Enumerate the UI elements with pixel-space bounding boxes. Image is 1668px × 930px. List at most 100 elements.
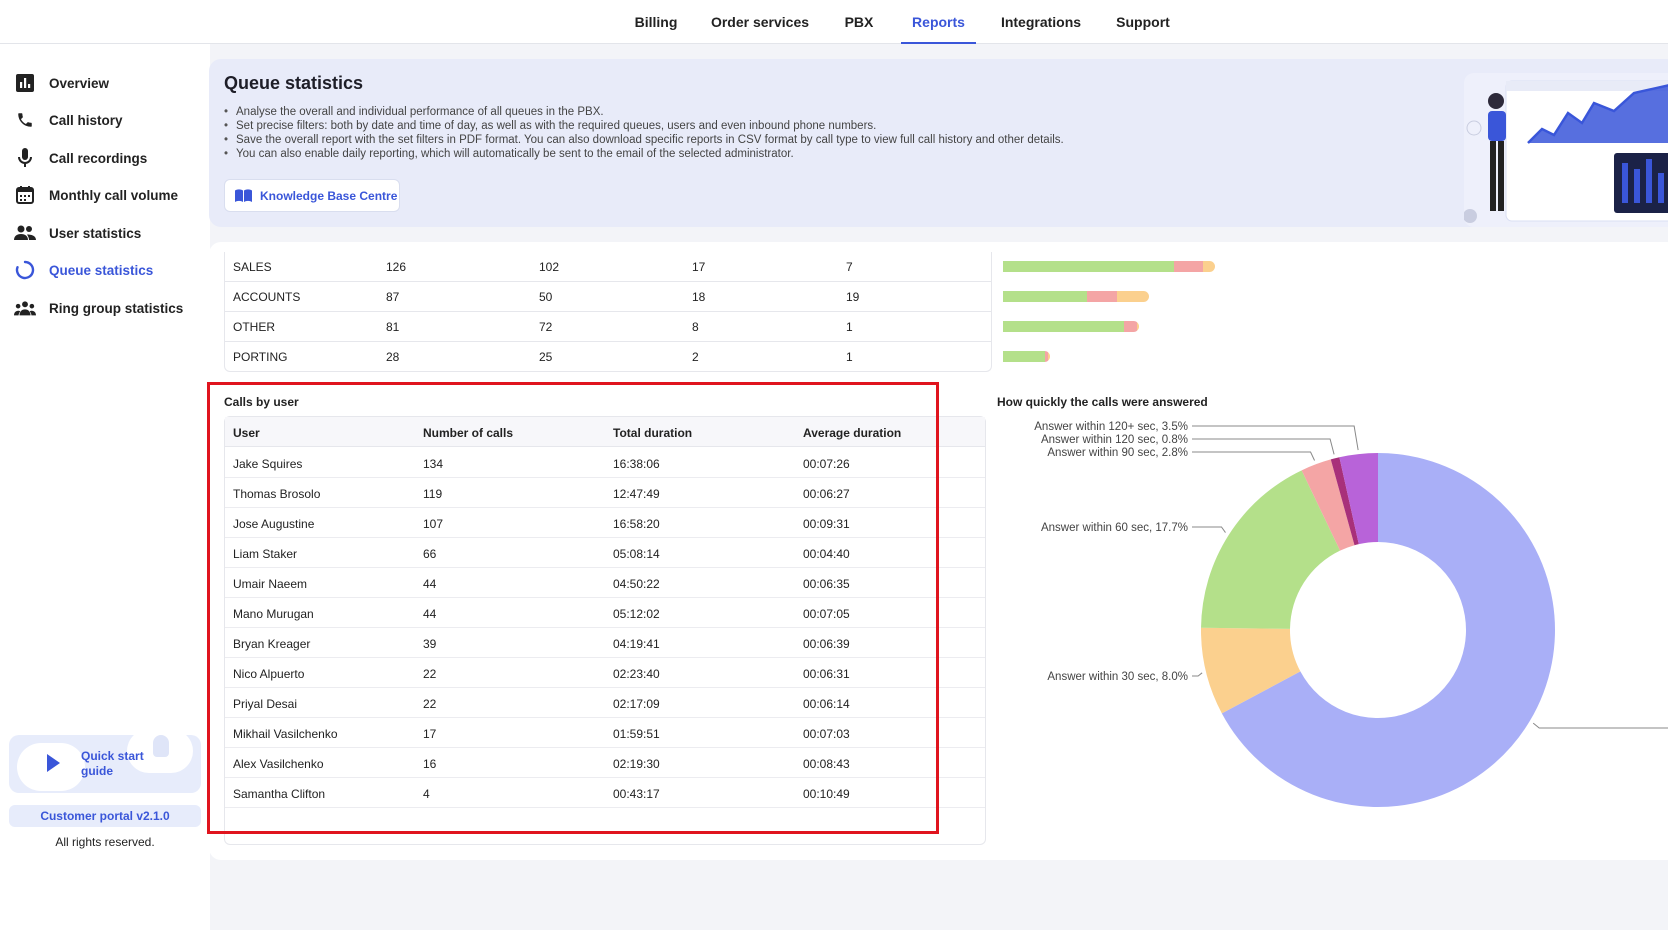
table-row[interactable]: PORTING 28 25 2 1 <box>225 342 991 372</box>
table-row[interactable]: Alex Vasilchenko 16 02:19:30 00:08:43 <box>225 748 985 778</box>
queue-value: 2 <box>692 350 699 364</box>
table-row[interactable]: Priyal Desai 22 02:17:09 00:06:14 <box>225 688 985 718</box>
queue-value: 72 <box>539 320 553 334</box>
bar-chart-icon <box>14 72 36 94</box>
calls-by-user-table: User Number of calls Total duration Aver… <box>224 416 986 845</box>
book-icon <box>235 189 252 202</box>
table-row[interactable]: Mano Murugan 44 05:12:02 00:07:05 <box>225 598 985 628</box>
user-name: Bryan Kreager <box>233 637 311 651</box>
queue-value: 102 <box>539 260 560 274</box>
sidebar-item-call-recordings[interactable]: Call recordings <box>14 144 204 172</box>
calls-by-user-title: Calls by user <box>224 395 299 409</box>
sidebar-item-queue-statistics[interactable]: Queue statistics <box>14 256 204 284</box>
column-header-number-of-calls[interactable]: Number of calls <box>423 426 513 440</box>
group-icon <box>14 297 36 319</box>
average-duration: 00:06:31 <box>803 667 850 681</box>
chart-title: How quickly the calls were answered <box>997 395 1208 409</box>
answer-time-donut-chart: Answer within 30 sec, 8.0% Answer within … <box>1034 421 1668 807</box>
table-row[interactable]: OTHER 81 72 8 1 <box>225 312 991 342</box>
table-header: User Number of calls Total duration Aver… <box>225 417 985 447</box>
quick-start-guide-card[interactable]: Quick start guide <box>9 735 201 793</box>
page-title: Queue statistics <box>224 73 364 93</box>
intro-bullet: Set precise filters: both by date and ti… <box>224 119 1064 133</box>
donut-label: Answer within 120 sec, 0.8% <box>1041 434 1188 446</box>
table-row[interactable]: Thomas Brosolo 119 12:47:49 00:06:27 <box>225 478 985 508</box>
intro-bullet: Save the overall report with the set fil… <box>224 133 1064 147</box>
number-of-calls: 44 <box>423 607 437 621</box>
knowledge-base-button[interactable]: Knowledge Base Centre <box>224 179 400 212</box>
missed-segment <box>1087 291 1118 302</box>
queue-name: ACCOUNTS <box>233 290 301 304</box>
sidebar-item-label: Queue statistics <box>49 262 154 278</box>
total-duration: 05:12:02 <box>613 607 660 621</box>
column-header-average-duration[interactable]: Average duration <box>803 426 901 440</box>
number-of-calls: 16 <box>423 757 437 771</box>
table-row[interactable]: Mikhail Vasilchenko 17 01:59:51 00:07:03 <box>225 718 985 748</box>
top-navigation: Billing Order services PBX Reports Integ… <box>0 0 1668 44</box>
queue-value: 17 <box>692 260 706 274</box>
play-icon <box>47 754 60 772</box>
label-leader-line <box>1532 722 1668 729</box>
number-of-calls: 134 <box>423 457 444 471</box>
table-row[interactable]: ACCOUNTS 87 50 18 19 <box>225 282 991 312</box>
intro-bullet: You can also enable daily reporting, whi… <box>224 147 1064 161</box>
queue-bar <box>1003 261 1215 272</box>
table-row[interactable]: Jake Squires 134 16:38:06 00:07:26 <box>225 448 985 478</box>
number-of-calls: 107 <box>423 517 444 531</box>
user-name: Alex Vasilchenko <box>233 757 324 771</box>
table-row[interactable]: Samantha Clifton 4 00:43:17 00:10:49 <box>225 778 985 808</box>
queue-bar <box>1003 291 1150 302</box>
table-row[interactable]: Bryan Kreager 39 04:19:41 00:06:39 <box>225 628 985 658</box>
queue-name: SALES <box>233 260 272 274</box>
queue-value: 8 <box>692 320 699 334</box>
average-duration: 00:06:14 <box>803 697 850 711</box>
column-header-user[interactable]: User <box>233 426 260 440</box>
sidebar-item-ring-group-statistics[interactable]: Ring group statistics <box>14 294 204 322</box>
sidebar-item-label: Ring group statistics <box>49 300 184 316</box>
label-leader-line <box>1192 672 1203 677</box>
table-row[interactable]: Nico Alpuerto 22 02:23:40 00:06:31 <box>225 658 985 688</box>
table-row[interactable]: Umair Naeem 44 04:50:22 00:06:35 <box>225 568 985 598</box>
tab-integrations[interactable]: Integrations <box>998 0 1084 44</box>
tab-pbx[interactable]: PBX <box>838 0 880 44</box>
sidebar-item-call-history[interactable]: Call history <box>14 106 204 134</box>
tab-reports[interactable]: Reports <box>901 0 976 44</box>
answered-segment <box>1003 291 1087 302</box>
average-duration: 00:06:27 <box>803 487 850 501</box>
sidebar-item-overview[interactable]: Overview <box>14 69 204 97</box>
queue-value: 1 <box>846 350 853 364</box>
intro-bullet: Analyse the overall and individual perfo… <box>224 105 1064 119</box>
number-of-calls: 17 <box>423 727 437 741</box>
user-name: Mano Murugan <box>233 607 314 621</box>
column-header-total-duration[interactable]: Total duration <box>613 426 692 440</box>
table-row[interactable]: Liam Staker 66 05:08:14 00:04:40 <box>225 538 985 568</box>
sidebar-item-label: Call history <box>49 112 123 128</box>
queue-value: 81 <box>386 320 400 334</box>
sidebar-item-label: Monthly call volume <box>49 187 179 203</box>
average-duration: 00:07:03 <box>803 727 850 741</box>
user-name: Jose Augustine <box>233 517 315 531</box>
user-name: Jake Squires <box>233 457 303 471</box>
queue-bars <box>1003 261 1303 371</box>
copyright-text: All rights reserved. <box>55 835 155 849</box>
number-of-calls: 119 <box>423 487 443 501</box>
total-duration: 02:19:30 <box>613 757 660 771</box>
queue-value: 25 <box>539 350 553 364</box>
tab-order-services[interactable]: Order services <box>710 0 810 44</box>
average-duration: 00:04:40 <box>803 547 850 561</box>
tab-billing[interactable]: Billing <box>625 0 687 44</box>
queue-value: 50 <box>539 290 553 304</box>
sidebar-item-user-statistics[interactable]: User statistics <box>14 219 204 247</box>
average-duration: 00:09:31 <box>803 517 850 531</box>
intro-banner: Queue statistics Analyse the overall and… <box>209 59 1668 227</box>
sidebar-item-monthly-call-volume[interactable]: Monthly call volume <box>14 181 204 209</box>
other-segment <box>1202 261 1215 272</box>
number-of-calls: 22 <box>423 667 437 681</box>
queue-value: 7 <box>846 260 853 274</box>
average-duration: 00:06:35 <box>803 577 850 591</box>
tab-support[interactable]: Support <box>1112 0 1174 44</box>
table-row[interactable]: SALES 126 102 17 7 <box>225 252 991 282</box>
portal-version: Customer portal v2.1.0 <box>9 805 201 827</box>
average-duration: 00:10:49 <box>803 787 850 801</box>
table-row[interactable]: Jose Augustine 107 16:58:20 00:09:31 <box>225 508 985 538</box>
